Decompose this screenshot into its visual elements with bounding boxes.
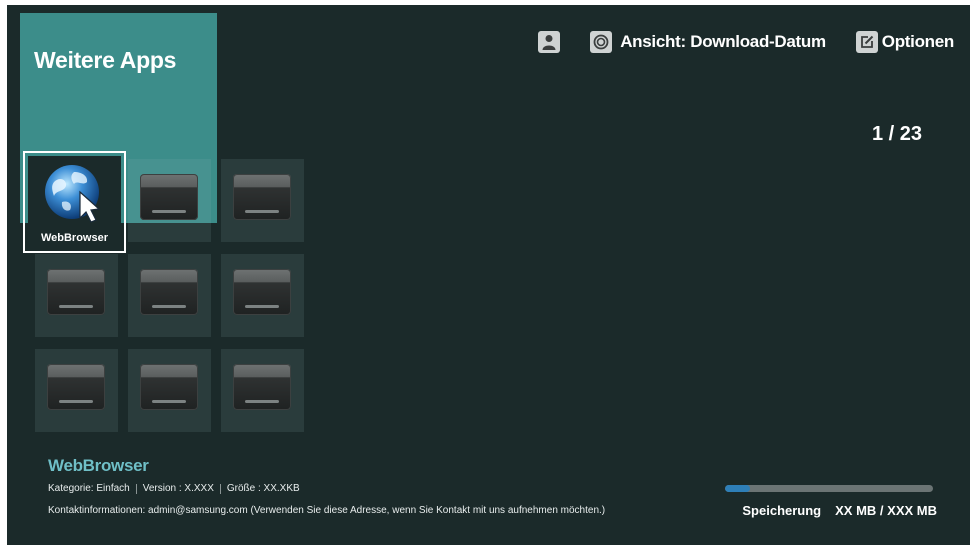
globe-cursor-icon [45,165,101,223]
storage-value: XX MB / XXX MB [835,503,937,518]
view-icon[interactable] [590,31,613,53]
smart-tv-screen: Weitere Apps Ansicht: Download-Datum Opt… [7,5,970,545]
storage-progress-bar [725,485,933,492]
app-tile-empty[interactable] [35,254,118,337]
storage-progress-fill [725,485,750,492]
info-version: Version : X.XXX [142,483,214,494]
app-tile-empty[interactable] [221,349,304,432]
info-meta-row: Kategorie: Einfach Version : X.XXX Größe… [48,483,605,494]
app-tile-empty[interactable] [221,254,304,337]
page-indicator: 1 / 23 [871,123,922,145]
info-size: Größe : XX.XKB [226,483,300,494]
app-placeholder-icon [140,364,198,410]
storage-readout: Speicherung XX MB / XXX MB [742,503,937,518]
info-category: Kategorie: Einfach [48,483,130,494]
view-sort-button[interactable]: Ansicht: Download-Datum [620,32,826,52]
options-button[interactable]: Optionen [882,32,955,52]
app-placeholder-icon [233,364,291,410]
app-tile-empty[interactable] [128,159,211,242]
app-tile-empty[interactable] [35,349,118,432]
app-tile-empty[interactable] [128,254,211,337]
app-placeholder-icon [233,269,291,315]
info-app-name: WebBrowser [48,456,149,475]
edit-icon[interactable] [855,31,878,53]
divider [219,483,221,494]
page-title: Weitere Apps [34,47,177,73]
selected-app-label: WebBrowser [40,232,109,244]
app-tile-empty[interactable] [221,159,304,242]
app-tile-empty[interactable] [128,349,211,432]
top-toolbar: Ansicht: Download-Datum Optionen [538,27,954,57]
app-placeholder-icon [140,174,198,220]
divider [135,483,137,494]
user-icon[interactable] [538,31,561,53]
app-placeholder-icon [47,364,105,410]
app-placeholder-icon [47,269,105,315]
storage-label: Speicherung [742,503,822,518]
app-placeholder-icon [140,269,198,315]
app-tile-selected[interactable]: WebBrowser [23,151,126,253]
app-info-panel: WebBrowser Kategorie: Einfach Version : … [48,456,605,516]
app-placeholder-icon [233,174,291,220]
info-contact: Kontaktinformationen: admin@samsung.com … [48,505,606,516]
